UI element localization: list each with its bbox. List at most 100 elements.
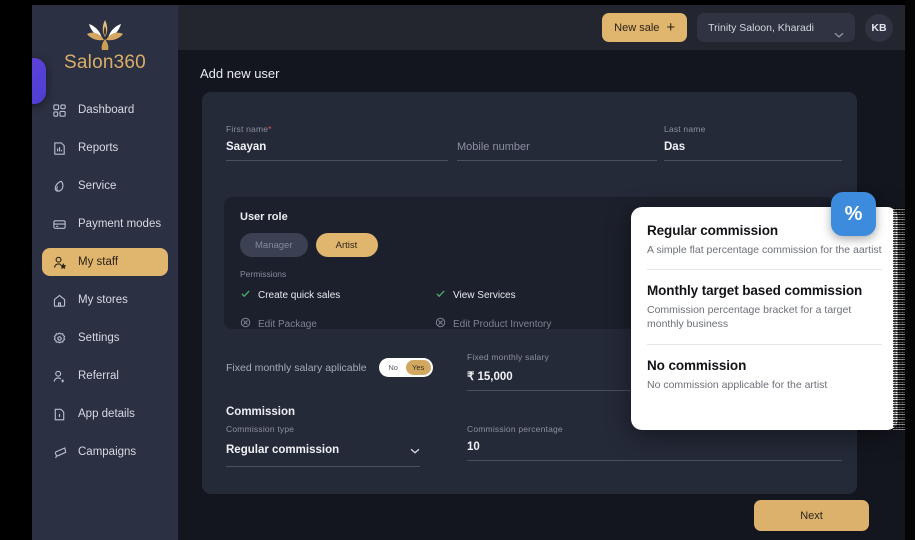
sidebar-item-dashboard[interactable]: Dashboard <box>42 96 168 124</box>
top-header: New sale + Trinity Saloon, Kharadi KB <box>178 5 905 50</box>
mobile-number-placeholder: Mobile number <box>457 141 657 153</box>
store-name: Trinity Saloon, Kharadi <box>708 22 814 34</box>
plus-icon: + <box>666 20 675 35</box>
fixed-salary-toggle-row: Fixed monthly salary aplicable No Yes <box>226 358 433 377</box>
fixed-salary-toggle[interactable]: No Yes <box>379 358 433 377</box>
sidebar-item-settings[interactable]: Settings <box>42 324 168 352</box>
new-sale-button[interactable]: New sale + <box>602 13 687 42</box>
commission-type-dropdown-popup: Regular commission A simple flat percent… <box>631 207 898 430</box>
header-actions: New sale + Trinity Saloon, Kharadi KB <box>602 13 893 42</box>
last-name-value: Das <box>664 141 842 153</box>
fixed-salary-option-no[interactable]: No <box>381 360 406 375</box>
window-right-edge <box>905 0 915 540</box>
user-add-icon <box>52 369 67 384</box>
window-top-edge <box>0 0 915 5</box>
screen-edge-artifact <box>893 208 905 430</box>
field-underline <box>226 160 448 161</box>
mobile-number-field[interactable]: Mobile number <box>457 124 657 161</box>
permission-view-services: View Services <box>435 286 630 304</box>
blocked-circle-icon <box>435 315 446 333</box>
sidebar-item-referral[interactable]: Referral <box>42 362 168 390</box>
report-chart-icon <box>52 141 67 156</box>
percent-glyph: % <box>845 203 863 226</box>
permission-label: Create quick sales <box>258 290 340 301</box>
sidebar-item-payment-modes[interactable]: Payment modes <box>42 210 168 238</box>
blocked-circle-icon <box>240 315 251 333</box>
brand-logo: Salon360 <box>32 5 178 74</box>
document-info-icon <box>52 407 67 422</box>
sidebar-item-label: Payment modes <box>78 218 161 230</box>
last-name-label: Last name <box>664 124 842 134</box>
first-name-value: Saayan <box>226 141 448 153</box>
fixed-salary-toggle-label: Fixed monthly salary aplicable <box>226 362 367 374</box>
commission-type-value: Regular commission <box>226 444 339 456</box>
sidebar-item-my-stores[interactable]: My stores <box>42 286 168 314</box>
sidebar-item-my-staff[interactable]: My staff <box>42 248 168 276</box>
commission-option-desc: Commission percentage bracket for a targ… <box>647 303 882 331</box>
brand-name: Salon360 <box>32 52 178 74</box>
field-underline <box>467 460 842 461</box>
mobile-number-label <box>457 124 657 134</box>
permission-label: Edit Package <box>258 319 317 330</box>
sidebar-item-label: Referral <box>78 370 119 382</box>
commission-option-monthly-target[interactable]: Monthly target based commission Commissi… <box>647 283 882 331</box>
commission-option-desc: A simple flat percentage commission for … <box>647 243 882 257</box>
permission-edit-product-inventory: Edit Product Inventory <box>435 315 630 333</box>
commission-option-title: Monthly target based commission <box>647 283 882 298</box>
commission-type-label: Commission type <box>226 424 420 434</box>
user-avatar-initials[interactable]: KB <box>865 14 893 42</box>
sidebar-item-label: Campaigns <box>78 446 136 458</box>
window-left-edge <box>0 0 32 540</box>
dashboard-grid-icon <box>52 103 67 118</box>
divider <box>647 344 882 345</box>
chevron-down-icon <box>410 441 420 459</box>
sidebar-item-label: App details <box>78 408 135 420</box>
divider <box>647 269 882 270</box>
commission-option-title: No commission <box>647 358 882 373</box>
sidebar-item-label: Dashboard <box>78 104 134 116</box>
field-underline <box>226 466 420 467</box>
lotus-logo-icon <box>78 17 132 51</box>
commission-section-title: Commission <box>226 406 295 418</box>
permission-create-quick-sales: Create quick sales <box>240 286 435 304</box>
megaphone-icon <box>52 445 67 460</box>
sidebar-item-reports[interactable]: Reports <box>42 134 168 162</box>
sidebar-item-label: Service <box>78 180 116 192</box>
permission-edit-package: Edit Package <box>240 315 435 333</box>
app-window: Salon360 Dashboard Reports <box>0 0 915 540</box>
sidebar-item-label: My staff <box>78 256 118 268</box>
role-pill-artist[interactable]: Artist <box>316 233 378 257</box>
commission-option-none[interactable]: No commission No commission applicable f… <box>647 358 882 392</box>
field-underline <box>457 160 657 161</box>
store-selector[interactable]: Trinity Saloon, Kharadi <box>697 13 855 42</box>
permission-label: View Services <box>453 290 516 301</box>
page-title: Add new user <box>200 66 280 81</box>
chevron-down-icon <box>834 25 844 31</box>
first-name-field[interactable]: First name* Saayan <box>226 124 448 161</box>
fixed-salary-option-yes[interactable]: Yes <box>406 360 431 375</box>
field-underline <box>664 160 842 161</box>
next-button[interactable]: Next <box>754 500 869 531</box>
percent-icon: % <box>831 192 876 236</box>
service-bell-icon <box>52 179 67 194</box>
commission-type-select[interactable]: Commission type Regular commission <box>226 424 420 467</box>
staff-user-star-icon <box>52 255 67 270</box>
role-pill-manager[interactable]: Manager <box>240 233 308 257</box>
commission-percentage-value: 10 <box>467 441 842 453</box>
commission-option-desc: No commission applicable for the artist <box>647 378 882 392</box>
sidebar-item-label: My stores <box>78 294 128 306</box>
permission-label: Edit Product Inventory <box>453 319 551 330</box>
sidebar-item-service[interactable]: Service <box>42 172 168 200</box>
wallet-card-icon <box>52 217 67 232</box>
check-icon <box>240 286 251 304</box>
gear-icon <box>52 331 67 346</box>
required-asterisk: * <box>268 124 272 134</box>
sidebar: Salon360 Dashboard Reports <box>32 5 178 540</box>
sidebar-item-campaigns[interactable]: Campaigns <box>42 438 168 466</box>
sidebar-nav: Dashboard Reports Service <box>32 96 178 466</box>
sidebar-item-label: Reports <box>78 142 118 154</box>
sidebar-item-app-details[interactable]: App details <box>42 400 168 428</box>
last-name-field[interactable]: Last name Das <box>664 124 842 161</box>
check-icon <box>435 286 446 304</box>
new-sale-label: New sale <box>614 22 659 34</box>
